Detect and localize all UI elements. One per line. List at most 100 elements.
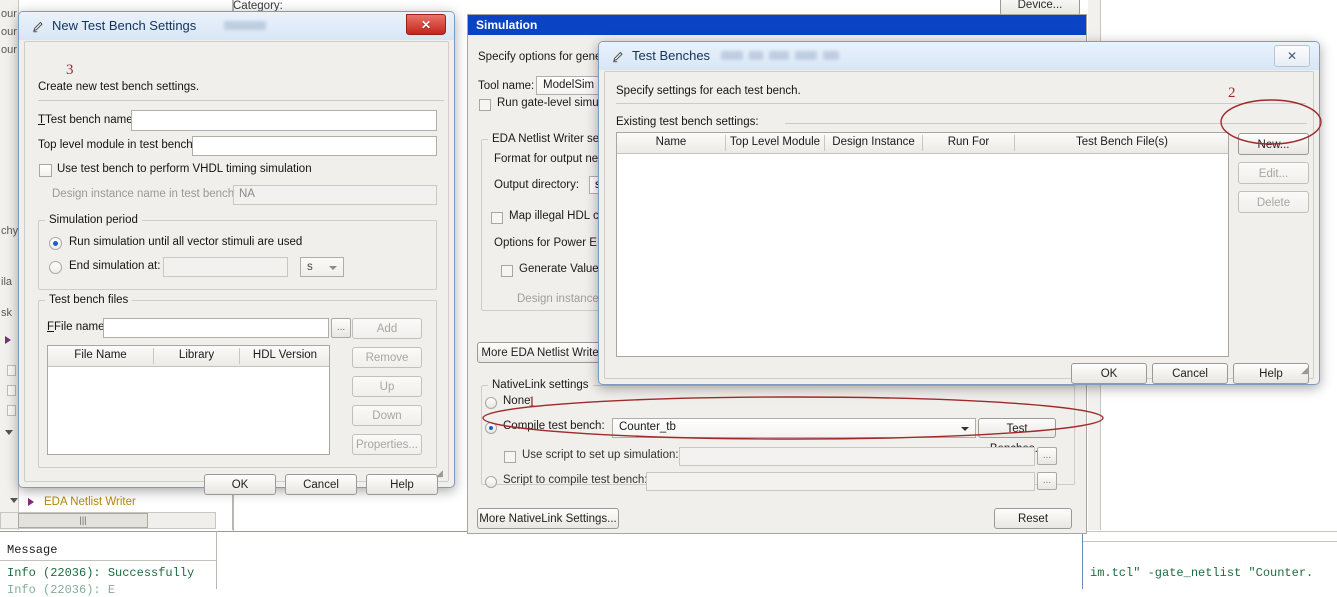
- test-bench-name-input[interactable]: [131, 110, 437, 131]
- messages-header: Message: [0, 540, 216, 561]
- cancel-button[interactable]: Cancel: [1152, 363, 1228, 384]
- generate-value-checkbox[interactable]: [501, 265, 513, 277]
- column-header-name: Name: [655, 136, 687, 148]
- column-header-top-level-module: Top Level Module: [729, 136, 821, 148]
- vhdl-timing-checkbox[interactable]: [39, 164, 52, 177]
- expand-triangle-icon[interactable]: [10, 498, 18, 503]
- design-instance-label: Design instance: [517, 293, 599, 305]
- simulation-period-group-label: Simulation period: [45, 214, 142, 226]
- file-name-input[interactable]: [103, 318, 329, 338]
- file-name-label-text: File name:: [54, 321, 108, 333]
- use-script-checkbox[interactable]: [504, 451, 516, 463]
- play-arrow-icon: [5, 336, 11, 344]
- tree-item-eda-netlist-writer[interactable]: EDA Netlist Writer: [44, 496, 136, 508]
- help-button[interactable]: Help: [1233, 363, 1309, 384]
- task-fragment: ila: [1, 276, 13, 288]
- properties-button: Properties...: [352, 434, 422, 455]
- reset-button[interactable]: Reset: [994, 508, 1072, 529]
- script-compile-browse-button[interactable]: ...: [1037, 472, 1057, 490]
- chevron-down-icon: [961, 427, 969, 431]
- test-benches-table[interactable]: Name Top Level Module Design Instance Ru…: [616, 132, 1229, 357]
- compile-test-bench-radio[interactable]: [485, 422, 497, 434]
- map-illegal-hdl-checkbox[interactable]: [491, 212, 503, 224]
- resize-grip-icon[interactable]: ◢: [1301, 366, 1310, 375]
- format-output-label: Format for output net: [494, 153, 602, 165]
- end-simulation-input: [163, 257, 288, 277]
- use-script-browse-button[interactable]: ...: [1037, 447, 1057, 465]
- blurred-title-text: [224, 21, 266, 30]
- use-script-input[interactable]: [679, 447, 1035, 466]
- cancel-button[interactable]: Cancel: [285, 474, 357, 495]
- test-benches-button[interactable]: Test Benches...: [978, 418, 1056, 455]
- ok-button[interactable]: OK: [204, 474, 276, 495]
- run-gate-level-checkbox[interactable]: [479, 99, 491, 111]
- blurred-title-text: [795, 51, 817, 60]
- new-test-bench-dialog: New Test Bench Settings Create new test …: [18, 11, 455, 495]
- test-bench-files-table[interactable]: File Name Library HDL Version: [47, 345, 330, 455]
- task-placeholder: [7, 405, 16, 416]
- output-directory-label: Output directory:: [494, 179, 580, 191]
- task-fragment: our: [1, 8, 17, 20]
- use-script-label: Use script to set up simulation:: [522, 449, 679, 461]
- design-instance-value: NA: [239, 188, 255, 200]
- nativelink-none-label: None: [503, 395, 531, 407]
- close-icon[interactable]: [406, 14, 446, 35]
- edit-button: Edit...: [1238, 162, 1309, 184]
- end-simulation-radio[interactable]: [49, 261, 62, 274]
- help-button[interactable]: Help: [366, 474, 438, 495]
- annotation-number-3: 3: [66, 62, 74, 78]
- compile-test-bench-label: Compile test bench:: [503, 420, 605, 432]
- task-placeholder: [7, 365, 16, 376]
- blurred-title-text: [749, 51, 763, 60]
- add-button: Add: [352, 318, 422, 339]
- chevron-down-icon: [329, 266, 337, 270]
- test-bench-files-group-label: Test bench files: [45, 294, 133, 306]
- compile-test-bench-combo[interactable]: Counter_tb: [612, 418, 976, 438]
- more-nativelink-settings-button[interactable]: More NativeLink Settings...: [477, 508, 619, 529]
- blurred-title-text: [823, 51, 839, 60]
- new-test-bench-titlebar[interactable]: New Test Bench Settings: [19, 12, 454, 40]
- collapse-triangle-icon: [5, 430, 13, 435]
- run-until-radio[interactable]: [49, 237, 62, 250]
- simulation-description: Specify options for gene: [478, 51, 602, 63]
- annotation-number-1: 1: [528, 394, 536, 410]
- more-eda-netlist-writer-button[interactable]: More EDA Netlist Writer: [477, 342, 607, 363]
- pencil-icon: [33, 21, 43, 33]
- nativelink-none-radio[interactable]: [485, 397, 497, 409]
- eda-group-label: EDA Netlist Writer sett: [488, 133, 610, 145]
- down-button: Down: [352, 405, 422, 426]
- test-benches-dialog: Test Benches Specify settings for each t…: [598, 41, 1320, 385]
- top-level-module-input[interactable]: [192, 136, 437, 156]
- test-benches-table-header: Name Top Level Module Design Instance Ru…: [617, 133, 1228, 154]
- column-header-run-for: Run For: [947, 136, 990, 148]
- script-compile-input[interactable]: [646, 472, 1035, 491]
- new-test-bench-title: New Test Bench Settings: [52, 18, 197, 33]
- resize-grip-icon[interactable]: ◢: [436, 469, 445, 478]
- messages-left-border: [1082, 531, 1083, 589]
- close-icon[interactable]: [1274, 45, 1310, 67]
- time-unit-combo[interactable]: s: [300, 257, 344, 277]
- remove-button: Remove: [352, 347, 422, 368]
- end-simulation-label: End simulation at:: [69, 260, 161, 272]
- column-header-library: Library: [178, 349, 215, 361]
- generate-value-label: Generate Value: [519, 263, 599, 275]
- column-header-hdl-version: HDL Version: [252, 349, 318, 361]
- blurred-title-text: [769, 51, 789, 60]
- test-benches-titlebar[interactable]: Test Benches: [599, 42, 1319, 70]
- ok-button[interactable]: OK: [1071, 363, 1147, 384]
- vhdl-timing-label: Use test bench to perform VHDL timing si…: [57, 163, 312, 175]
- messages-rule: [1082, 531, 1337, 532]
- message-row-right: im.tcl" -gate_netlist "Counter.: [1090, 566, 1314, 580]
- annotation-number-2: 2: [1228, 85, 1236, 101]
- file-browse-button[interactable]: ...: [331, 318, 351, 338]
- task-placeholder: [7, 385, 16, 396]
- script-compile-radio[interactable]: [485, 476, 497, 488]
- tool-name-value: ModelSim: [543, 79, 595, 91]
- new-button[interactable]: New...: [1238, 133, 1309, 155]
- simulation-title: Simulation: [476, 18, 538, 32]
- test-bench-name-label: TTest bench name:: [38, 114, 136, 126]
- task-fragment: chy: [1, 225, 19, 237]
- files-table-header: File Name Library HDL Version: [48, 346, 329, 367]
- column-header-test-bench-files: Test Bench File(s): [1075, 136, 1169, 148]
- tool-name-label: Tool name:: [478, 80, 535, 92]
